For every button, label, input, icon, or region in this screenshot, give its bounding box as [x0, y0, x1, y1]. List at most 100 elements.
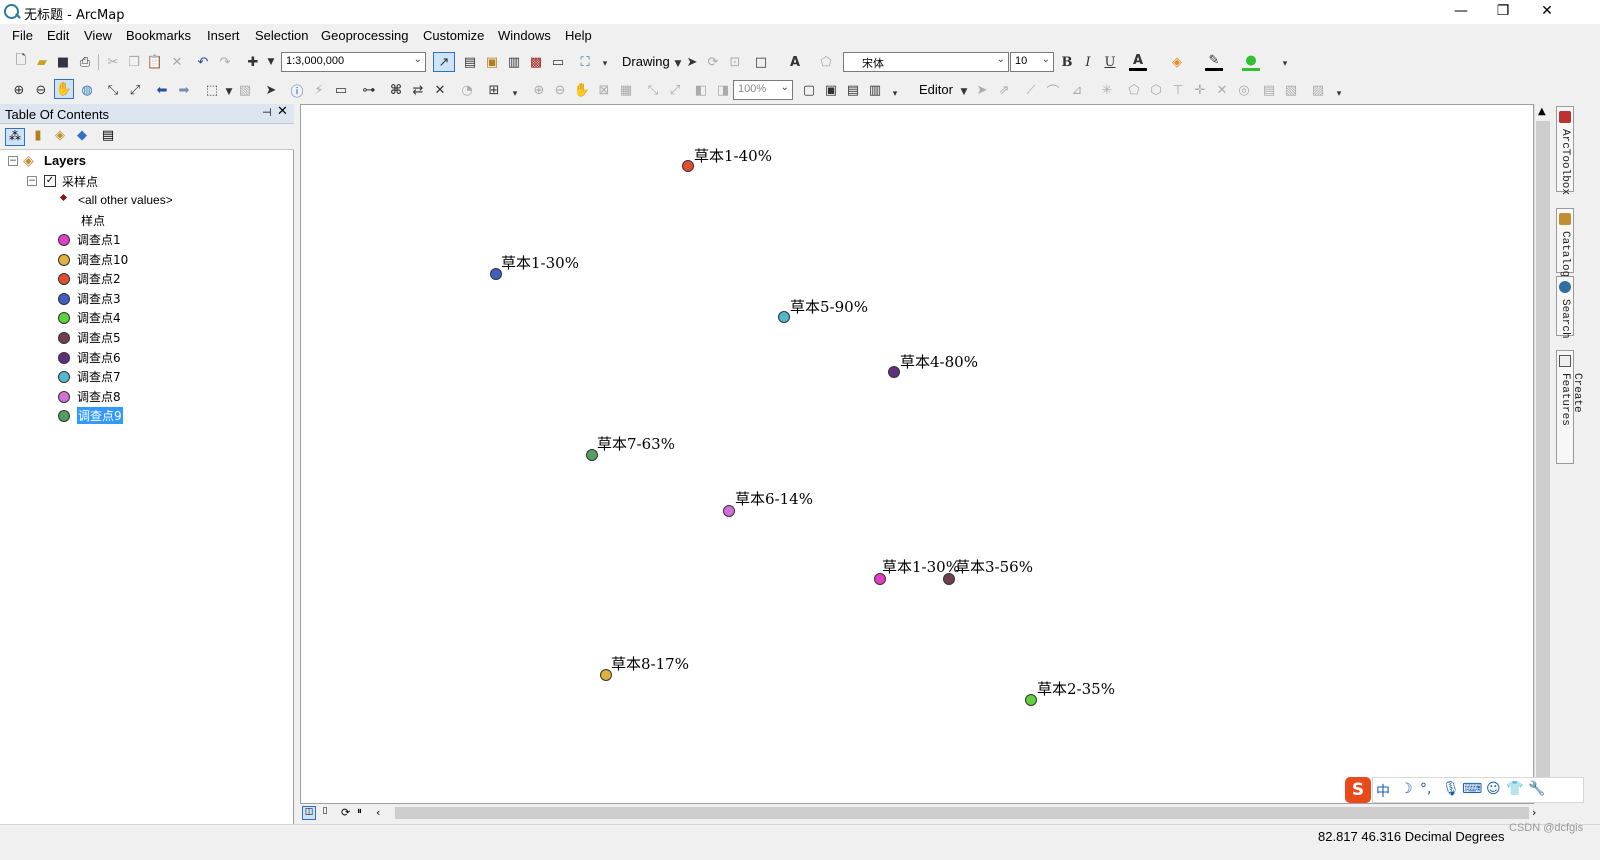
next-extent-icon[interactable]: ◨: [714, 81, 732, 99]
fill-color-icon[interactable]: ◈: [1168, 53, 1186, 71]
class-symbol-swatch[interactable]: [58, 352, 70, 364]
edit-vertices-icon[interactable]: ⬠: [817, 53, 835, 71]
scroll-right-icon[interactable]: ›: [1532, 806, 1536, 819]
class-label[interactable]: 调查点3: [77, 290, 121, 307]
delete-icon[interactable]: ✕: [168, 53, 186, 71]
class-label[interactable]: 调查点2: [77, 270, 121, 287]
time-slider-icon[interactable]: ◔: [458, 81, 476, 99]
previous-extent-icon[interactable]: ◧: [692, 81, 710, 99]
ime-settings-wrench-icon[interactable]: 🔧: [1528, 781, 1545, 797]
ime-keyboard-icon[interactable]: ⌨: [1462, 781, 1482, 797]
ime-user-icon[interactable]: ☺: [1486, 781, 1501, 797]
edit-tool-icon[interactable]: ➤: [973, 81, 991, 99]
class-label[interactable]: 调查点9: [77, 407, 123, 424]
line-color-icon[interactable]: ✎: [1205, 53, 1223, 71]
focus-data-frame-icon[interactable]: ▣: [822, 81, 840, 99]
reshape-icon[interactable]: ⬡: [1147, 81, 1165, 99]
collapse-layer-icon[interactable]: −: [27, 176, 37, 186]
toc-close-icon[interactable]: ✕: [277, 104, 288, 119]
class-label[interactable]: 调查点4: [77, 309, 121, 326]
cut-icon[interactable]: ✂: [104, 53, 122, 71]
save-icon[interactable]: ■: [54, 53, 72, 71]
point-icon[interactable]: ✳: [1098, 81, 1116, 99]
select-features-icon[interactable]: ⬚: [203, 81, 221, 99]
new-document-icon[interactable]: 🗋: [12, 53, 30, 71]
undo-icon[interactable]: ↶: [194, 53, 212, 71]
class-symbol-swatch[interactable]: [58, 293, 70, 305]
sample-point-marker[interactable]: [943, 573, 955, 585]
list-by-drawing-order-icon[interactable]: ⁂: [5, 128, 25, 146]
toc-window-icon[interactable]: ▤: [461, 53, 479, 71]
menu-file[interactable]: File: [12, 28, 33, 43]
class-symbol-swatch[interactable]: [58, 371, 70, 383]
copy-icon[interactable]: ❐: [125, 53, 143, 71]
list-by-selection-icon[interactable]: ◆: [72, 128, 92, 146]
add-data-dropdown-icon[interactable]: ▼: [262, 53, 280, 71]
ime-moon-icon[interactable]: ☽: [1400, 781, 1413, 797]
sample-point-marker[interactable]: [1025, 694, 1037, 706]
map-scale-combo[interactable]: 1:3,000,000 ⌄: [281, 52, 426, 72]
redo-icon[interactable]: ↷: [216, 53, 234, 71]
scroll-left-icon[interactable]: ‹: [376, 806, 380, 819]
add-data-icon[interactable]: ✚: [244, 53, 262, 71]
menu-edit[interactable]: Edit: [47, 28, 69, 43]
menu-geoprocessing[interactable]: Geoprocessing: [321, 28, 408, 43]
vertical-scroll-thumb[interactable]: [1536, 121, 1550, 783]
font-size-combo[interactable]: 10 ⌄: [1010, 52, 1054, 72]
layout-view-button[interactable]: ▯: [318, 806, 332, 820]
new-text-icon[interactable]: A: [786, 53, 804, 71]
map-data-view[interactable]: [300, 104, 1534, 804]
hyperlink-icon[interactable]: ⚡: [310, 81, 328, 99]
sketch-properties-icon[interactable]: ◎: [1235, 81, 1253, 99]
edit-vertices-icon[interactable]: ⬠: [1125, 81, 1143, 99]
trace-icon[interactable]: ⊿: [1068, 81, 1086, 99]
edit-annotation-icon[interactable]: ⇗: [995, 81, 1013, 99]
python-window-icon[interactable]: ▭: [549, 53, 567, 71]
toolbar-overflow-icon[interactable]: ▾: [596, 55, 614, 73]
sample-point-marker[interactable]: [723, 505, 735, 517]
class-symbol-swatch[interactable]: [58, 410, 70, 422]
layout-zoom-out-icon[interactable]: ⊖: [551, 81, 569, 99]
toolbar-overflow-icon[interactable]: ▾: [886, 85, 904, 103]
menu-help[interactable]: Help: [565, 28, 592, 43]
find-binoculars-icon[interactable]: ⌘: [387, 81, 405, 99]
pause-drawing-icon[interactable]: ⏸: [357, 806, 362, 817]
toolbar-overflow-icon[interactable]: ▾: [1330, 85, 1348, 103]
straight-segment-icon[interactable]: ⟋: [1022, 81, 1040, 99]
sample-point-marker[interactable]: [778, 311, 790, 323]
forward-extent-icon[interactable]: ➡: [175, 81, 193, 99]
catalog-window-icon[interactable]: ▣: [483, 53, 501, 71]
marker-color-icon[interactable]: ●: [1242, 53, 1260, 71]
zoom-in-icon[interactable]: ⊕: [10, 81, 28, 99]
pan-hand-icon[interactable]: ✋: [54, 79, 74, 99]
drawing-menu[interactable]: Drawing: [622, 54, 670, 69]
back-extent-icon[interactable]: ⬅: [153, 81, 171, 99]
close-button[interactable]: ✕: [1536, 2, 1558, 20]
layer-name[interactable]: 采样点: [62, 173, 98, 190]
collapse-layers-icon[interactable]: −: [8, 156, 18, 166]
italic-button[interactable]: I: [1079, 53, 1097, 71]
go-to-xy-icon[interactable]: ✕: [431, 81, 449, 99]
layer-visibility-checkbox[interactable]: ✓: [44, 175, 56, 187]
dock-tab-arctoolbox[interactable]: ArcToolbox: [1556, 106, 1574, 195]
horizontal-scroll-thumb[interactable]: [395, 807, 1529, 819]
class-symbol-swatch[interactable]: [58, 273, 70, 285]
arctoolbox-window-icon[interactable]: ▩: [527, 53, 545, 71]
find-route-icon[interactable]: ⇄: [409, 81, 427, 99]
modelbuilder-icon[interactable]: ⛶: [576, 53, 594, 71]
html-popup-icon[interactable]: ▭: [332, 81, 350, 99]
endpoint-arc-icon[interactable]: ⌒: [1044, 81, 1062, 100]
zoom-out-icon[interactable]: ⊖: [32, 81, 50, 99]
minimize-button[interactable]: —: [1450, 2, 1472, 20]
ime-microphone-icon[interactable]: 🎙: [1442, 781, 1460, 797]
change-layout-icon[interactable]: ▤: [844, 81, 862, 99]
class-label[interactable]: 调查点5: [77, 329, 121, 346]
select-elements-icon[interactable]: ➤: [683, 53, 701, 71]
menu-selection[interactable]: Selection: [255, 28, 308, 43]
ime-mode-toggle[interactable]: 中: [1376, 781, 1390, 801]
underline-button[interactable]: U: [1101, 53, 1119, 71]
refresh-icon[interactable]: ⟳: [341, 806, 350, 819]
menu-customize[interactable]: Customize: [423, 28, 484, 43]
bold-button[interactable]: B: [1058, 53, 1076, 71]
data-driven-pages-icon[interactable]: ▥: [866, 81, 884, 99]
